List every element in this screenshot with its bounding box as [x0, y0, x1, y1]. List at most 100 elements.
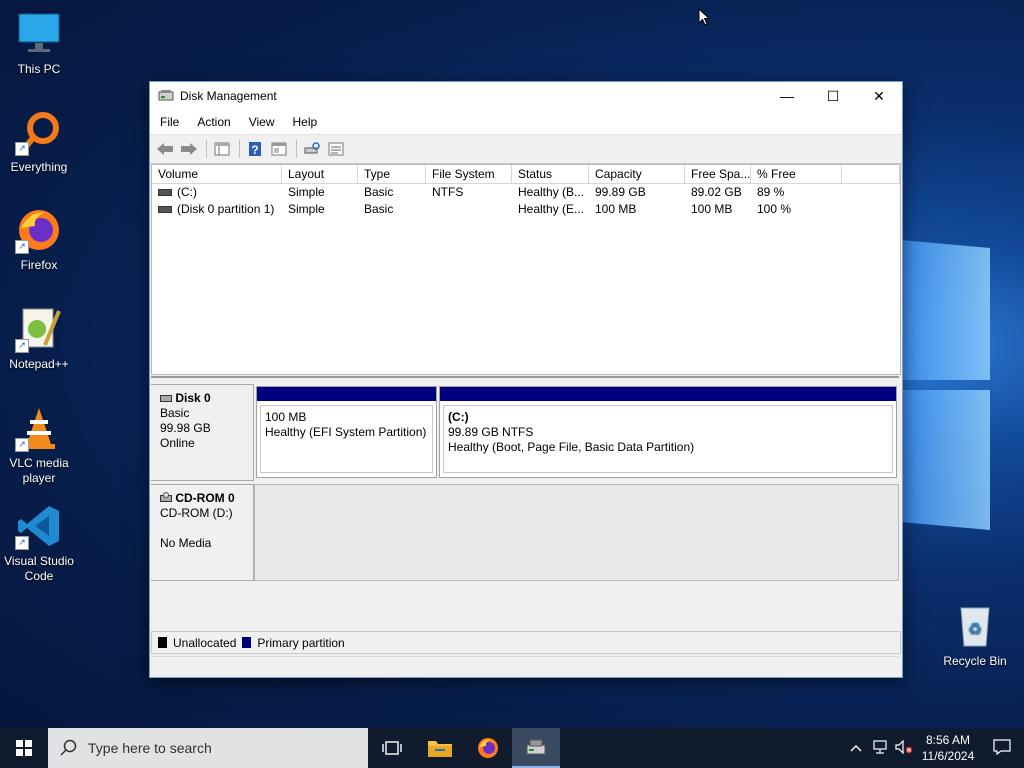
task-view-icon: [382, 741, 402, 755]
column-header-percent-free[interactable]: % Free: [751, 165, 842, 183]
shortcut-arrow-icon: ↗: [15, 438, 29, 452]
desktop-icon-notepadpp[interactable]: ↗ Notepad++: [1, 305, 77, 372]
cdrom-drive-icon: [160, 492, 172, 502]
graphical-disk-view: Disk 0 Basic 99.98 GB Online 100 MB Heal…: [151, 376, 899, 632]
disk-management-app-icon: [526, 739, 546, 755]
partition-c[interactable]: (C:) 99.89 GB NTFS Healthy (Boot, Page F…: [439, 386, 897, 478]
action-center-button[interactable]: [980, 738, 1024, 758]
volume-icon: [158, 206, 172, 214]
taskbar-clock[interactable]: 8:56 AM 11/6/2024: [916, 732, 980, 764]
legend-swatch-unallocated: [158, 637, 167, 648]
rescan-disks-icon: [304, 142, 320, 154]
cell-free-space: 89.02 GB: [691, 185, 742, 199]
desktop-icon-firefox[interactable]: ↗ Firefox: [1, 206, 77, 273]
partition-c-name: (C:): [448, 410, 469, 424]
show-hidden-icons-button[interactable]: [844, 741, 868, 755]
svg-text:?: ?: [251, 143, 258, 157]
settings-list-button[interactable]: [325, 139, 347, 159]
legend-swatch-primary: [242, 637, 252, 648]
taskbar-firefox[interactable]: [464, 728, 512, 768]
cell-layout: Simple: [288, 202, 325, 216]
cell-percent-free: 100 %: [757, 202, 792, 216]
shortcut-arrow-icon: ↗: [15, 536, 29, 550]
clock-date: 11/6/2024: [921, 749, 975, 763]
menu-action[interactable]: Action: [187, 115, 238, 129]
disk-0-size: 99.98 GB: [160, 421, 211, 435]
cell-type: Basic: [364, 202, 394, 216]
column-header-free-space[interactable]: Free Spa...: [685, 165, 751, 183]
cdrom-0-media-area[interactable]: [254, 484, 899, 581]
cell-status: Healthy (B...: [518, 185, 585, 199]
legend-label-unallocated: Unallocated: [173, 635, 237, 650]
disk-0-name: Disk 0: [175, 391, 211, 405]
cell-volume: (C:): [152, 184, 282, 201]
desktop-icon-this-pc[interactable]: This PC: [1, 10, 77, 77]
maximize-button[interactable]: ☐: [810, 82, 856, 110]
desktop-icon-label: This PC: [17, 62, 61, 76]
show-hide-tree-button[interactable]: [211, 139, 233, 159]
column-header-status[interactable]: Status: [512, 165, 589, 183]
vlc-cone-icon: ↗: [15, 404, 63, 452]
column-header-layout[interactable]: Layout: [282, 165, 358, 183]
cdrom-0-label[interactable]: CD-ROM 0 CD-ROM (D:) No Media: [151, 484, 254, 581]
taskbar-search-box[interactable]: Type here to search: [48, 728, 368, 768]
volume-list[interactable]: Volume Layout Type File System Status Ca…: [151, 164, 901, 375]
desktop-icon-label: Visual Studio Code: [4, 554, 74, 583]
back-arrow-icon: [157, 143, 173, 155]
disk-0-status: Online: [160, 436, 195, 450]
toolbar-separator: [206, 140, 207, 158]
taskbar-file-explorer[interactable]: [416, 728, 464, 768]
forward-button[interactable]: [178, 139, 200, 159]
properties-button[interactable]: [268, 139, 290, 159]
desktop-icon-label: Everything: [10, 160, 68, 174]
title-bar[interactable]: Disk Management — ☐ ✕: [150, 82, 902, 110]
task-view-button[interactable]: [368, 728, 416, 768]
search-icon: [60, 739, 77, 756]
close-button[interactable]: ✕: [856, 82, 902, 110]
disk-0-label[interactable]: Disk 0 Basic 99.98 GB Online: [151, 384, 254, 481]
network-tray-button[interactable]: [868, 739, 892, 757]
volume-tray-button[interactable]: [892, 739, 916, 757]
cell-volume-text: (C:): [177, 185, 197, 199]
search-placeholder: Type here to search: [88, 740, 212, 756]
column-header-type[interactable]: Type: [358, 165, 426, 183]
settings-list-icon: [328, 142, 344, 156]
disk-0-type: Basic: [160, 406, 190, 420]
column-header-volume[interactable]: Volume: [152, 165, 282, 183]
desktop-icon-recycle-bin[interactable]: ♻ Recycle Bin: [937, 602, 1013, 669]
column-header-capacity[interactable]: Capacity: [589, 165, 685, 183]
taskbar-disk-management[interactable]: [512, 728, 560, 768]
shortcut-arrow-icon: ↗: [15, 142, 29, 156]
desktop-icon-vscode[interactable]: ↗ Visual Studio Code: [1, 502, 77, 584]
minimize-button[interactable]: —: [764, 82, 810, 110]
svg-text:♻: ♻: [968, 621, 982, 638]
cdrom-0-status: No Media: [160, 536, 212, 550]
legend-label-primary: Primary partition: [257, 635, 345, 650]
table-row[interactable]: (C:) Simple Basic NTFS Healthy (B... 99.…: [152, 184, 900, 201]
disk-management-window: Disk Management — ☐ ✕ File Action View H…: [149, 81, 903, 678]
back-button[interactable]: [154, 139, 176, 159]
cell-type: Basic: [364, 185, 394, 199]
desktop-icon-everything[interactable]: ↗ Everything: [1, 108, 77, 175]
primary-partition-bar: [257, 387, 436, 401]
chevron-up-icon: [850, 745, 862, 752]
help-button[interactable]: ?: [244, 139, 266, 159]
partition-c-status: Healthy (Boot, Page File, Basic Data Par…: [448, 440, 695, 454]
menu-help[interactable]: Help: [283, 115, 326, 129]
partition-c-size: 99.89 GB NTFS: [448, 425, 534, 439]
rescan-disks-button[interactable]: [301, 139, 323, 159]
legend: Unallocated Primary partition: [151, 631, 901, 654]
magnifier-icon: ↗: [15, 108, 63, 156]
menu-view[interactable]: View: [239, 115, 283, 129]
column-header-file-system[interactable]: File System: [426, 165, 512, 183]
notepadpp-icon: ↗: [15, 305, 63, 353]
start-button[interactable]: [0, 728, 48, 768]
cell-percent-free: 89 %: [757, 185, 785, 199]
table-row[interactable]: (Disk 0 partition 1) Simple Basic Health…: [152, 201, 900, 218]
partition-efi[interactable]: 100 MB Healthy (EFI System Partition): [256, 386, 437, 478]
menu-file[interactable]: File: [150, 115, 187, 129]
show-hide-console-tree-icon: [214, 142, 230, 156]
desktop-icon-label: Recycle Bin: [943, 654, 1007, 668]
partition-efi-status: Healthy (EFI System Partition): [265, 425, 427, 439]
desktop-icon-vlc[interactable]: ↗ VLC media player: [1, 404, 77, 486]
